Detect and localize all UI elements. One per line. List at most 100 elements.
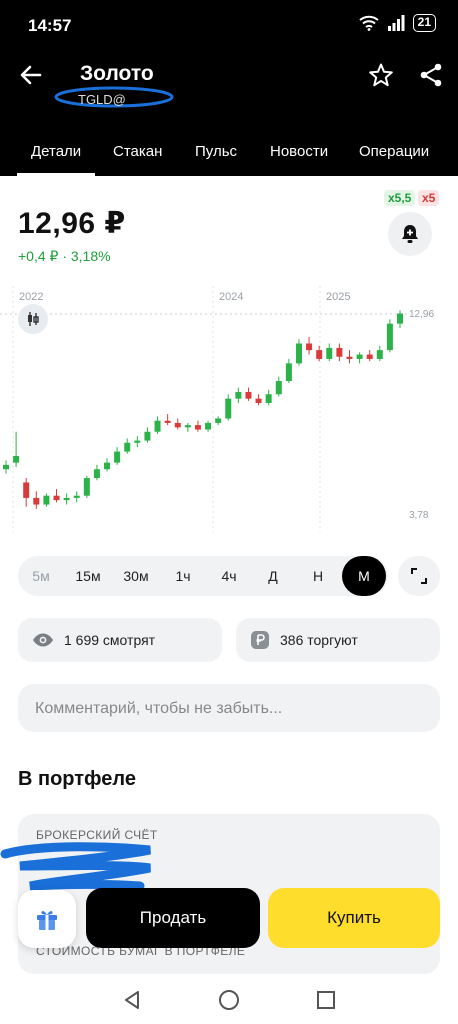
- candle-body: [73, 495, 80, 498]
- candle-body: [235, 392, 242, 399]
- share-icon[interactable]: [418, 62, 444, 88]
- status-bar: 14:57 21: [0, 0, 458, 50]
- year-label-2024: 2024: [219, 291, 243, 303]
- status-time: 14:57: [28, 16, 72, 35]
- candle-body: [13, 456, 20, 463]
- system-nav-bar: [0, 976, 458, 1024]
- candle-body: [134, 440, 141, 443]
- candle-body: [295, 343, 302, 364]
- candle-body: [376, 350, 383, 359]
- candle-body: [63, 497, 70, 501]
- tab-pulse[interactable]: Пульс: [195, 143, 237, 160]
- candle-body: [144, 431, 151, 441]
- star-icon[interactable]: [368, 62, 394, 88]
- timeframe-week[interactable]: Н: [305, 556, 331, 596]
- candle-body: [285, 363, 292, 381]
- candle-body: [306, 343, 313, 351]
- leverage-long-badge: x5,5: [384, 190, 416, 206]
- price-chart[interactable]: 2022 2024 2025 12,96 3,78: [0, 282, 458, 532]
- candle-body: [184, 425, 191, 428]
- chart-grid: [0, 286, 410, 532]
- year-label-2022: 2022: [19, 291, 43, 303]
- status-icons: 21: [358, 14, 436, 32]
- candle-body: [366, 354, 373, 359]
- candle-body: [397, 313, 403, 324]
- nav-back-icon[interactable]: [120, 988, 144, 1012]
- nav-recents-icon[interactable]: [314, 988, 338, 1012]
- candle-body: [326, 347, 333, 359]
- tab-details[interactable]: Детали: [16, 143, 96, 176]
- candle-body: [154, 420, 161, 432]
- ticker-label: TGLD@: [78, 92, 126, 107]
- timeframe-selector: 5м 15м 30м 1ч 4ч Д Н М: [18, 556, 388, 596]
- candle-body: [275, 381, 282, 395]
- gift-icon: [37, 911, 57, 930]
- candle-body: [23, 482, 30, 498]
- tab-orderbook[interactable]: Стакан: [113, 143, 162, 160]
- tab-operations[interactable]: Операции: [359, 143, 429, 160]
- comment-input[interactable]: Комментарий, чтобы не забыть...: [18, 684, 440, 732]
- candle-body: [83, 478, 90, 496]
- watching-counter: 1 699 смотрят: [18, 618, 222, 662]
- candle-body: [33, 497, 40, 505]
- tab-news[interactable]: Новости: [270, 143, 328, 160]
- app-header: 14:57 21 Золото TGLD@ Детали Стакан Пуль…: [0, 0, 458, 176]
- fullscreen-chart-button[interactable]: [398, 556, 440, 596]
- timeframe-15m[interactable]: 15м: [70, 556, 106, 596]
- candle-body: [265, 394, 272, 404]
- timeframe-5m[interactable]: 5м: [26, 556, 56, 596]
- candle-body: [3, 464, 9, 470]
- candle-body: [194, 425, 201, 430]
- chart-type-button[interactable]: [18, 304, 48, 334]
- candle-body: [174, 422, 181, 428]
- timeframe-1h[interactable]: 1ч: [168, 556, 198, 596]
- candle-body: [316, 350, 323, 359]
- year-label-2025: 2025: [326, 291, 350, 303]
- candle-body: [386, 323, 393, 351]
- battery-indicator: 21: [412, 14, 436, 32]
- trading-counter: 386 торгуют: [236, 618, 440, 662]
- candle-body: [124, 442, 131, 452]
- gift-button[interactable]: [18, 890, 76, 948]
- candle-body: [346, 356, 353, 359]
- page-title: Золото: [80, 62, 154, 85]
- timeframe-4h[interactable]: 4ч: [214, 556, 244, 596]
- candle-body: [164, 420, 171, 423]
- leverage-short-badge: x5: [418, 190, 440, 206]
- price-change: +0,4 ₽ · 3,18%: [18, 248, 111, 264]
- candle-body: [43, 495, 50, 505]
- candle-body: [53, 495, 60, 501]
- back-arrow-icon[interactable]: [18, 62, 44, 88]
- signal-icon: [387, 15, 405, 31]
- redaction-scribble: [0, 842, 151, 891]
- watching-text: 1 699 смотрят: [64, 632, 156, 648]
- candle-body: [205, 422, 212, 430]
- bell-plus-icon: [402, 225, 418, 243]
- nav-home-icon[interactable]: [217, 988, 241, 1012]
- candle-body: [245, 392, 252, 399]
- candles-group: [3, 310, 403, 509]
- trading-text: 386 торгуют: [280, 632, 358, 648]
- timeframe-month[interactable]: М: [342, 556, 386, 596]
- current-price: 12,96 ₽: [18, 207, 126, 240]
- price-alert-button[interactable]: [388, 212, 432, 256]
- candle-body: [336, 347, 343, 357]
- price-label-current: 12,96: [409, 309, 434, 320]
- tab-bar: Детали Стакан Пульс Новости Операции: [0, 140, 458, 176]
- timeframe-day[interactable]: Д: [260, 556, 286, 596]
- expand-icon: [411, 568, 427, 584]
- candle-body: [356, 354, 363, 359]
- sell-button[interactable]: Продать: [86, 888, 260, 948]
- eye-icon: [33, 633, 53, 647]
- price-label-min: 3,78: [409, 510, 429, 521]
- candle-body: [215, 418, 222, 423]
- candle-body: [255, 398, 262, 404]
- candle-body: [114, 451, 121, 463]
- candles-icon: [28, 312, 39, 326]
- buy-button[interactable]: Купить: [268, 888, 440, 948]
- portfolio-heading: В портфеле: [18, 768, 136, 790]
- candle-body: [93, 469, 100, 479]
- timeframe-30m[interactable]: 30м: [118, 556, 154, 596]
- candle-body: [104, 462, 111, 470]
- wifi-icon: [358, 15, 379, 31]
